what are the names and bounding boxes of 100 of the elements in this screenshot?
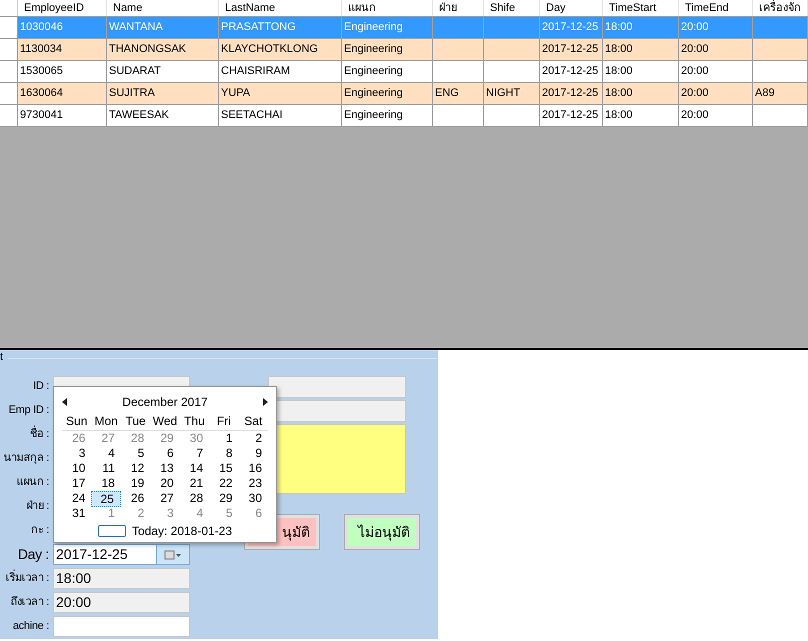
table-cell: 1130034 [20,43,62,55]
calendar-day[interactable]: 21 [180,476,210,491]
column-header[interactable]: Shife [484,0,540,16]
input-field[interactable]: 20:00 [53,592,190,613]
calendar-day[interactable]: 22 [209,476,239,491]
calendar-day[interactable]: 6 [150,446,180,461]
calendar-day[interactable]: 2 [120,506,150,521]
table-row[interactable]: 1530065 SUDARAT CHAISRIRAM Engineering 2017-12-25 18:00 20:00 [0,61,808,83]
calendar-day[interactable]: 25 [91,491,121,507]
calendar-day[interactable]: 10 [62,461,92,476]
calendar-day[interactable]: 28 [180,491,210,507]
weekday-label: Thu [183,413,206,430]
field-label: ฝ่าย : [26,499,49,514]
previous-icon[interactable] [62,398,67,406]
column-header[interactable]: แผนก [342,0,433,16]
calendar-day[interactable]: 5 [209,506,239,521]
calendar-day[interactable]: 3 [62,446,92,461]
field-label: achine : [12,619,49,634]
calendar-day[interactable]: 26 [62,431,92,446]
table-cell: 18:00 [605,65,633,77]
table-cell: 20:00 [681,109,709,121]
weekday-label: Tue [124,413,147,430]
calendar-day[interactable]: 1 [209,431,239,446]
table-row[interactable]: 1130034 THANONGSAK KLAYCHOTKLONG Engineering 2017-12-25 18:00 20:00 [0,39,808,61]
table-cell: Engineering [344,109,403,121]
table-cell: YUPA [221,87,250,99]
calendar-day[interactable]: 15 [209,461,239,476]
calendar-day[interactable]: 4 [91,446,121,461]
calendar-day[interactable]: 1 [91,506,121,521]
calendar-day[interactable]: 4 [180,506,210,521]
table-cell: 20:00 [681,87,709,99]
calendar-day[interactable]: 5 [120,446,150,461]
column-header[interactable]: EmployeeID [18,0,107,16]
reject-button[interactable]: ไม่อนุมัติ [345,515,419,549]
table-cell: KLAYCHOTKLONG [221,43,318,55]
calendar-day[interactable]: 16 [238,461,268,476]
calendar-day[interactable]: 11 [91,461,121,476]
calendar-day[interactable]: 23 [238,476,268,491]
field-label: นามสกุล : [3,451,49,466]
column-header[interactable]: LastName [219,0,342,16]
today-marker-icon [98,525,126,537]
row-header[interactable] [0,105,18,127]
calendar-day[interactable]: 7 [180,446,210,461]
calendar-day[interactable]: 12 [120,461,150,476]
column-header[interactable]: Day [540,0,603,16]
calendar-day[interactable]: 28 [120,431,150,446]
column-header[interactable]: ฝ่าย [433,0,484,16]
table-cell: 2017-12-25 [542,109,598,121]
input-field[interactable] [53,616,190,637]
today-link[interactable]: Today: 2018-01-23 [132,522,232,540]
calendar-dropdown-icon[interactable] [156,545,189,564]
column-header[interactable]: TimeStart [603,0,679,16]
input-field[interactable]: 18:00 [53,568,190,589]
table-cell: 2017-12-25 [542,43,598,55]
table-cell: 20:00 [681,43,709,55]
field-value: 20:00 [55,593,92,612]
calendar-day[interactable]: 27 [150,491,180,507]
field-label: เริ่มเวลา : [6,570,49,587]
row-header[interactable] [0,83,18,105]
calendar-day[interactable]: 3 [150,506,180,521]
calendar-day[interactable]: 30 [238,491,268,507]
calendar-day[interactable]: 18 [91,476,121,491]
column-header[interactable]: Name [107,0,219,16]
calendar-day[interactable]: 29 [209,491,239,507]
calendar-day[interactable]: 24 [62,491,92,507]
weekday-label: Sat [243,413,264,430]
date-picker[interactable]: 2017-12-25 [53,544,190,565]
month-title[interactable]: December 2017 [122,393,208,411]
table-cell: PRASATTONG [221,21,296,33]
column-header[interactable]: เครื่องจัก [753,0,808,16]
row-header[interactable] [0,39,18,61]
table-row[interactable]: 1630064 SUJITRA YUPA Engineering ENG NIGHT 2017-12-25 18:00 20:00 A89 [0,83,808,105]
calendar-day[interactable]: 31 [62,506,92,521]
calendar-day[interactable]: 30 [180,431,210,446]
table-cell: TAWEESAK [109,109,169,121]
field-label: ID : [33,379,49,394]
calendar-day[interactable]: 13 [150,461,180,476]
calendar-day[interactable]: 29 [150,431,180,446]
calendar-day[interactable]: 9 [238,446,268,461]
table-cell: ENG [435,87,459,99]
field-label: ชื่อ : [30,426,49,443]
next-icon[interactable] [262,398,268,406]
table-cell: WANTANA [109,21,163,33]
column-header[interactable]: TimeEnd [679,0,753,16]
calendar-day[interactable]: 8 [209,446,239,461]
table-cell: 18:00 [605,21,633,33]
input-field[interactable] [268,376,406,398]
weekday-label: Mon [93,413,119,430]
calendar-day[interactable]: 19 [120,476,150,491]
calendar-day[interactable]: 27 [91,431,121,446]
row-header[interactable] [0,17,18,39]
table-row[interactable]: 9730041 TAWEESAK SEETACHAI Engineering 2017-12-25 18:00 20:00 [0,105,808,127]
calendar-day[interactable]: 2 [238,431,268,446]
row-header[interactable] [0,61,18,83]
weekday-label: Wed [152,413,178,430]
calendar-day[interactable]: 20 [150,476,180,491]
calendar-day[interactable]: 26 [120,491,150,507]
calendar-day[interactable]: 17 [62,476,92,491]
calendar-day[interactable]: 14 [180,461,210,476]
group-title: t [0,351,4,363]
